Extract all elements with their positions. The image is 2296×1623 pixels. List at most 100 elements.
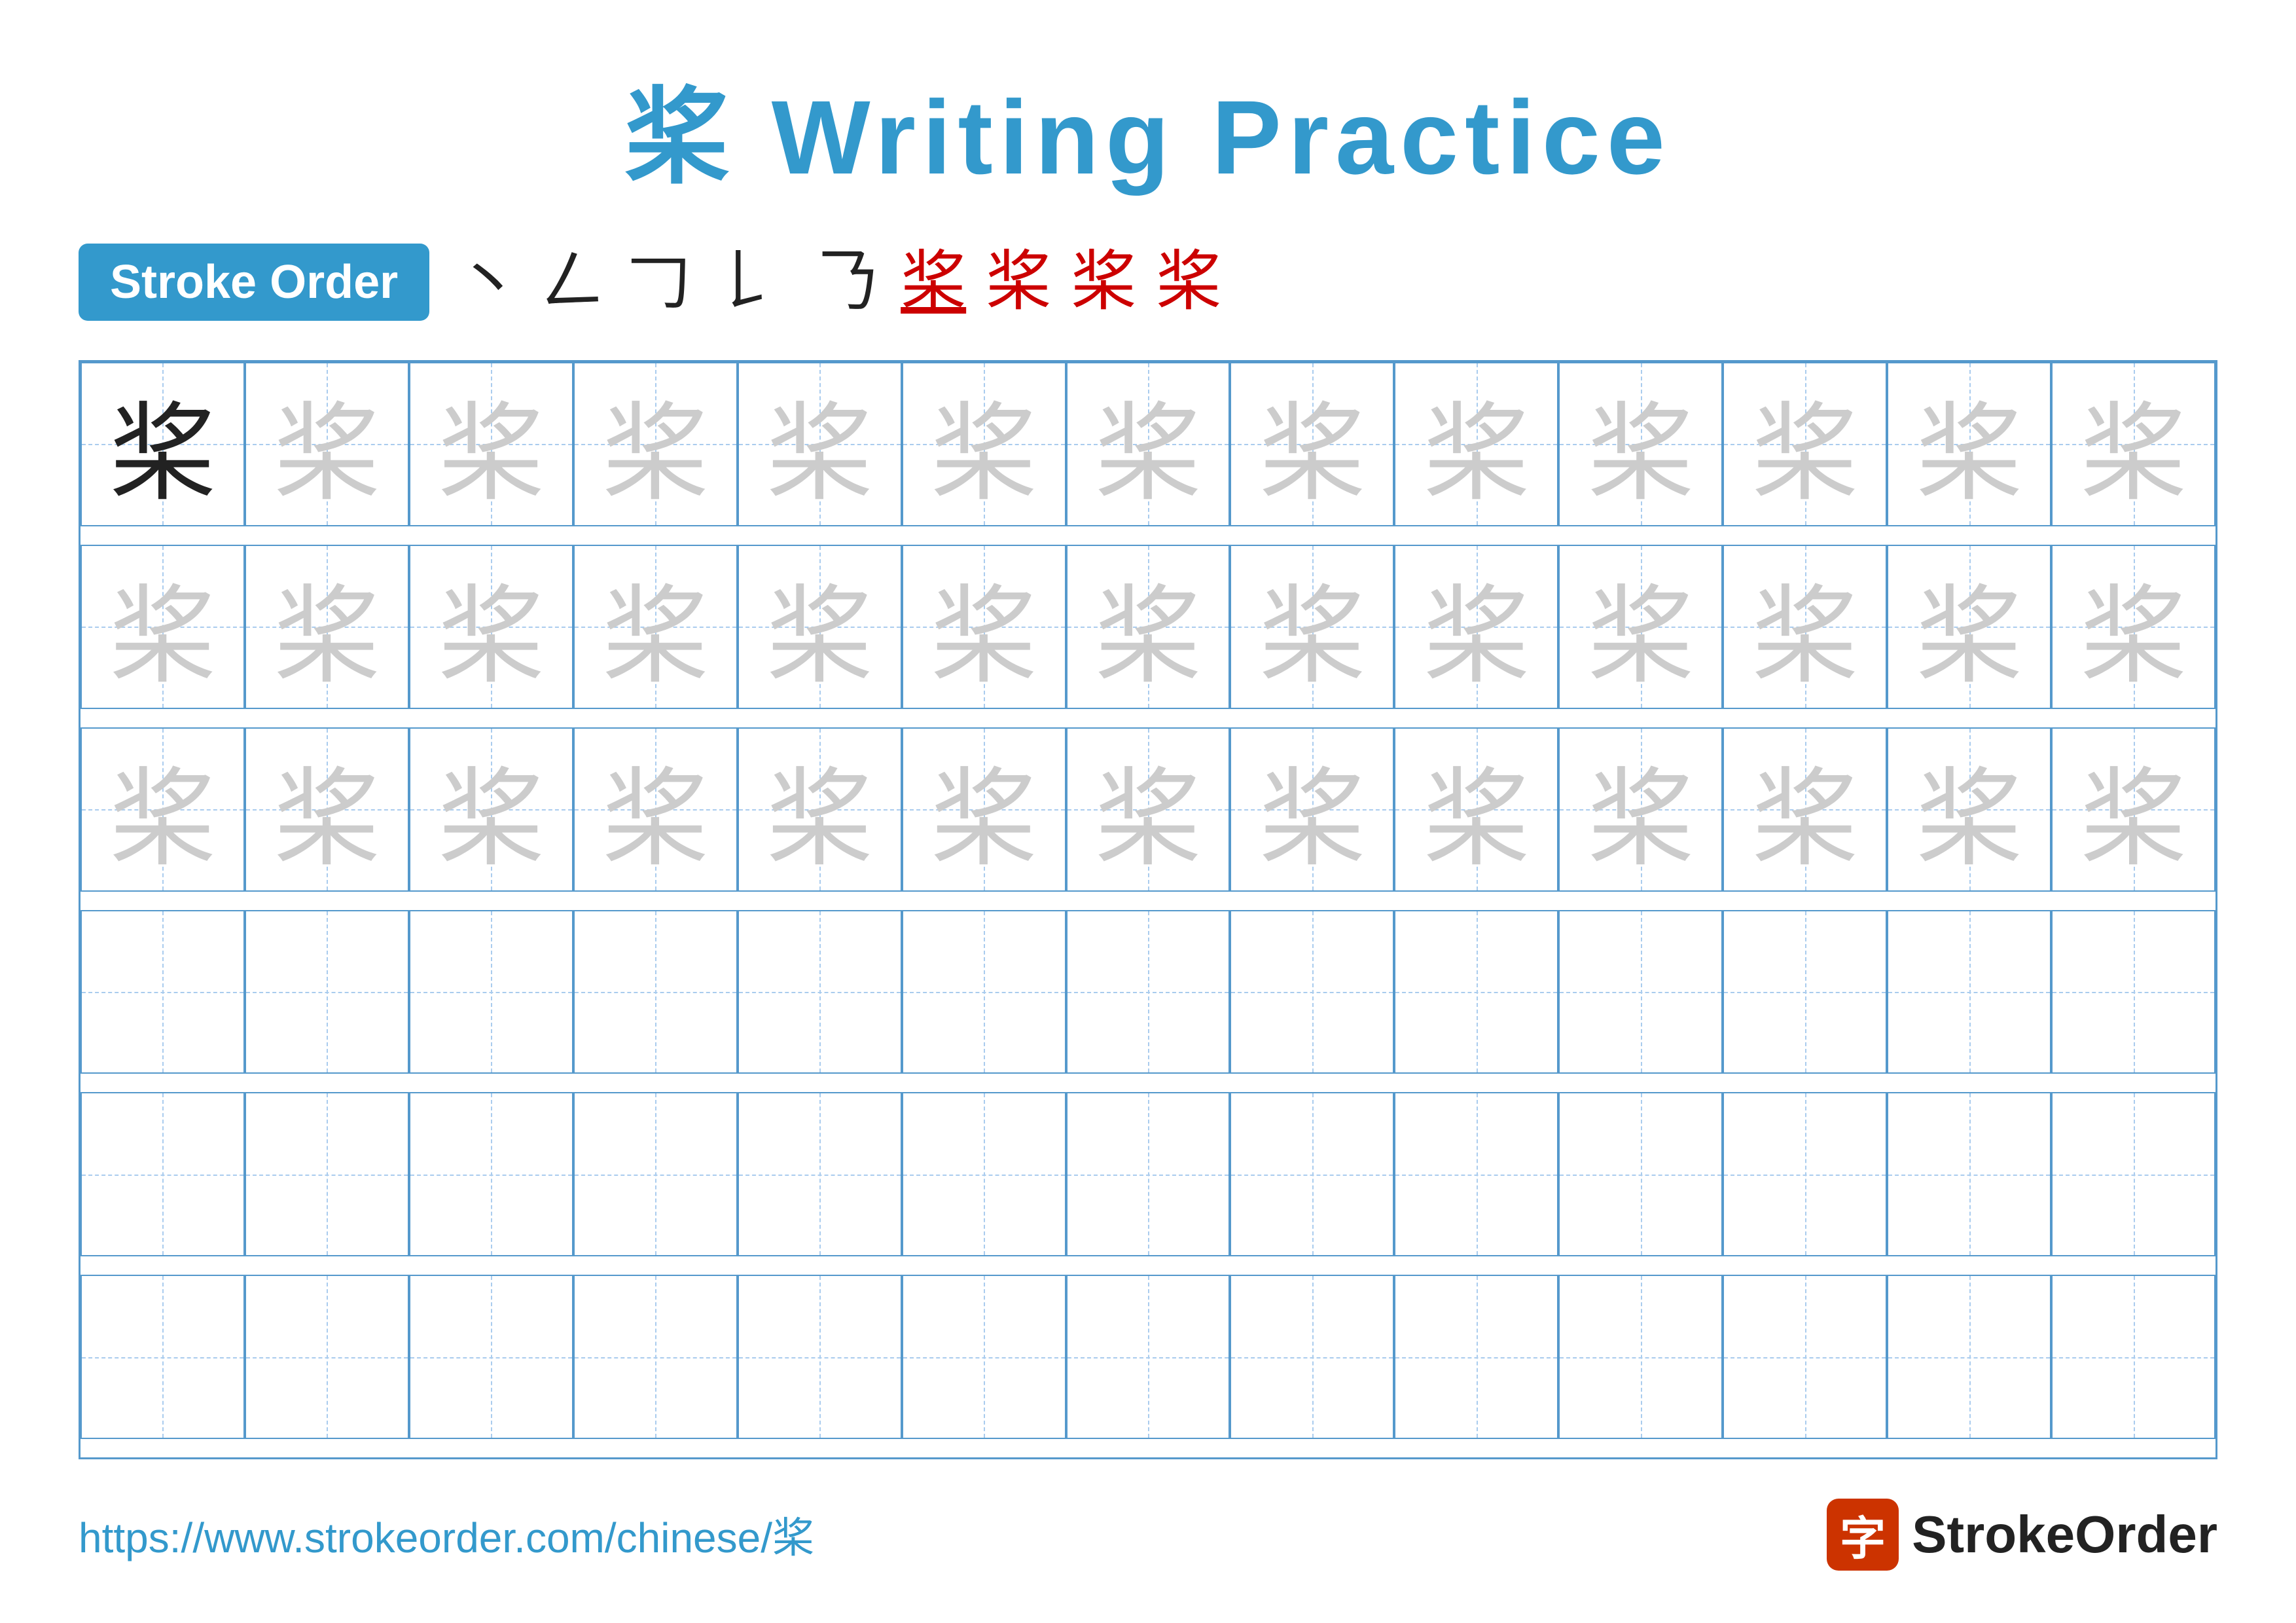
grid-cell[interactable]: 桨 bbox=[1558, 362, 1723, 526]
grid-cell[interactable]: 桨 bbox=[245, 727, 409, 892]
grid-cell[interactable] bbox=[1558, 910, 1723, 1074]
grid-cell[interactable] bbox=[245, 910, 409, 1074]
grid-cell[interactable]: 桨 bbox=[1723, 362, 1887, 526]
grid-cell[interactable] bbox=[1887, 1092, 2051, 1256]
stroke-step-3: 𠃌 bbox=[626, 249, 691, 315]
grid-cell[interactable]: 桨 bbox=[409, 545, 573, 709]
grid-cell[interactable]: 桨 bbox=[81, 727, 245, 892]
grid-cell[interactable]: 桨 bbox=[245, 362, 409, 526]
grid-cell[interactable] bbox=[409, 910, 573, 1074]
footer-url: https://www.strokeorder.com/chinese/桨 bbox=[79, 1504, 814, 1565]
grid-cell[interactable]: 桨 bbox=[573, 727, 738, 892]
grid-cell[interactable] bbox=[409, 1275, 573, 1439]
grid-cell[interactable] bbox=[2051, 1092, 2215, 1256]
stroke-step-8: 桨 bbox=[986, 249, 1051, 315]
grid-cell[interactable]: 桨 bbox=[2051, 727, 2215, 892]
grid-cell[interactable] bbox=[1394, 910, 1558, 1074]
grid-cell[interactable] bbox=[573, 1275, 738, 1439]
grid-cell[interactable] bbox=[1230, 1275, 1394, 1439]
stroke-order-row: Stroke Order 丶 𠃋 𠃌 𠄌 𠄍 𠄎 桨 桨 桨 桨 bbox=[79, 244, 2217, 321]
grid-cell[interactable] bbox=[1887, 910, 2051, 1074]
grid-cell[interactable] bbox=[2051, 1275, 2215, 1439]
page-title: 桨 Writing Practice bbox=[624, 52, 1672, 204]
grid-cell[interactable] bbox=[1230, 1092, 1394, 1256]
grid-cell[interactable]: 桨 bbox=[1558, 727, 1723, 892]
stroke-step-7: 桨 bbox=[901, 249, 966, 315]
grid-cell[interactable] bbox=[1066, 910, 1230, 1074]
grid-cell[interactable] bbox=[81, 1275, 245, 1439]
grid-cell[interactable]: 桨 bbox=[738, 727, 902, 892]
footer-logo: 字 StrokeOrder bbox=[1827, 1499, 2217, 1571]
title-suffix: Writing Practice bbox=[736, 79, 1672, 196]
grid-cell[interactable] bbox=[2051, 910, 2215, 1074]
grid-cell[interactable]: 桨 bbox=[1723, 545, 1887, 709]
grid-cell[interactable]: 桨 bbox=[902, 362, 1066, 526]
grid-cell[interactable]: 桨 bbox=[1066, 545, 1230, 709]
stroke-step-9: 桨 bbox=[1071, 249, 1136, 315]
grid-cell[interactable]: 桨 bbox=[1230, 545, 1394, 709]
grid-cell[interactable]: 桨 bbox=[1887, 362, 2051, 526]
grid-cell[interactable]: 桨 bbox=[902, 545, 1066, 709]
grid-cell[interactable] bbox=[902, 1275, 1066, 1439]
grid-cell[interactable] bbox=[1887, 1275, 2051, 1439]
grid-cell[interactable] bbox=[1066, 1275, 1230, 1439]
stroke-sequence: 丶 𠃋 𠃌 𠄌 𠄍 𠄎 桨 桨 桨 桨 bbox=[456, 249, 1221, 315]
logo-icon: 字 bbox=[1827, 1499, 1899, 1571]
grid-cell[interactable] bbox=[1558, 1092, 1723, 1256]
page: 桨 Writing Practice Stroke Order 丶 𠃋 𠃌 𠄌 … bbox=[0, 0, 2296, 1623]
grid-cell[interactable] bbox=[245, 1092, 409, 1256]
grid-cell[interactable]: 桨 bbox=[2051, 545, 2215, 709]
grid-cell[interactable] bbox=[573, 910, 738, 1074]
grid-cell[interactable]: 桨 bbox=[1394, 727, 1558, 892]
grid-cell[interactable] bbox=[245, 1275, 409, 1439]
grid-cell[interactable]: 桨 bbox=[573, 545, 738, 709]
grid-cell[interactable]: 桨 bbox=[1066, 727, 1230, 892]
grid-cell[interactable] bbox=[409, 1092, 573, 1256]
grid-cell[interactable]: 桨 bbox=[1394, 545, 1558, 709]
footer: https://www.strokeorder.com/chinese/桨 字 … bbox=[79, 1499, 2217, 1571]
grid-cell[interactable]: 桨 bbox=[1230, 727, 1394, 892]
grid-cell[interactable] bbox=[1558, 1275, 1723, 1439]
grid-cell[interactable] bbox=[1723, 1092, 1887, 1256]
grid-cell[interactable] bbox=[738, 910, 902, 1074]
grid-cell[interactable]: 桨 bbox=[1230, 362, 1394, 526]
grid-cell[interactable] bbox=[1230, 910, 1394, 1074]
stroke-order-badge: Stroke Order bbox=[79, 244, 429, 321]
logo-text: StrokeOrder bbox=[1912, 1504, 2217, 1565]
grid-cell[interactable]: 桨 bbox=[81, 362, 245, 526]
grid-cell[interactable] bbox=[902, 1092, 1066, 1256]
grid-cell[interactable]: 桨 bbox=[81, 545, 245, 709]
grid-cell[interactable]: 桨 bbox=[738, 545, 902, 709]
grid-cell[interactable]: 桨 bbox=[902, 727, 1066, 892]
grid-cell[interactable]: 桨 bbox=[1887, 727, 2051, 892]
stroke-step-6: 𠄎 bbox=[816, 249, 881, 315]
grid-cell[interactable] bbox=[1723, 910, 1887, 1074]
grid-cell[interactable]: 桨 bbox=[1723, 727, 1887, 892]
grid-cell[interactable] bbox=[738, 1275, 902, 1439]
grid-cell[interactable] bbox=[1394, 1275, 1558, 1439]
grid-cell[interactable] bbox=[902, 910, 1066, 1074]
grid-cell[interactable]: 桨 bbox=[1394, 362, 1558, 526]
grid-cell[interactable] bbox=[1723, 1275, 1887, 1439]
stroke-step-2: 𠃋 bbox=[541, 249, 606, 315]
grid-cell[interactable]: 桨 bbox=[409, 727, 573, 892]
grid-cell[interactable]: 桨 bbox=[1066, 362, 1230, 526]
stroke-step-10: 桨 bbox=[1156, 249, 1221, 315]
stroke-step-1: 丶 bbox=[456, 249, 521, 315]
grid-cell[interactable]: 桨 bbox=[1887, 545, 2051, 709]
grid-cell[interactable]: 桨 bbox=[738, 362, 902, 526]
stroke-step-4: 𠄌 bbox=[711, 249, 776, 315]
writing-grid: 桨桨桨桨桨桨桨桨桨桨桨桨桨桨桨桨桨桨桨桨桨桨桨桨桨桨桨桨桨桨桨桨桨桨桨桨桨桨桨 bbox=[79, 360, 2217, 1459]
grid-cell[interactable] bbox=[1394, 1092, 1558, 1256]
grid-cell[interactable]: 桨 bbox=[573, 362, 738, 526]
grid-cell[interactable]: 桨 bbox=[1558, 545, 1723, 709]
grid-cell[interactable]: 桨 bbox=[2051, 362, 2215, 526]
grid-cell[interactable] bbox=[1066, 1092, 1230, 1256]
grid-cell[interactable]: 桨 bbox=[245, 545, 409, 709]
grid-cell[interactable] bbox=[81, 910, 245, 1074]
title-char: 桨 bbox=[624, 79, 736, 196]
grid-cell[interactable] bbox=[81, 1092, 245, 1256]
grid-cell[interactable] bbox=[573, 1092, 738, 1256]
grid-cell[interactable] bbox=[738, 1092, 902, 1256]
grid-cell[interactable]: 桨 bbox=[409, 362, 573, 526]
